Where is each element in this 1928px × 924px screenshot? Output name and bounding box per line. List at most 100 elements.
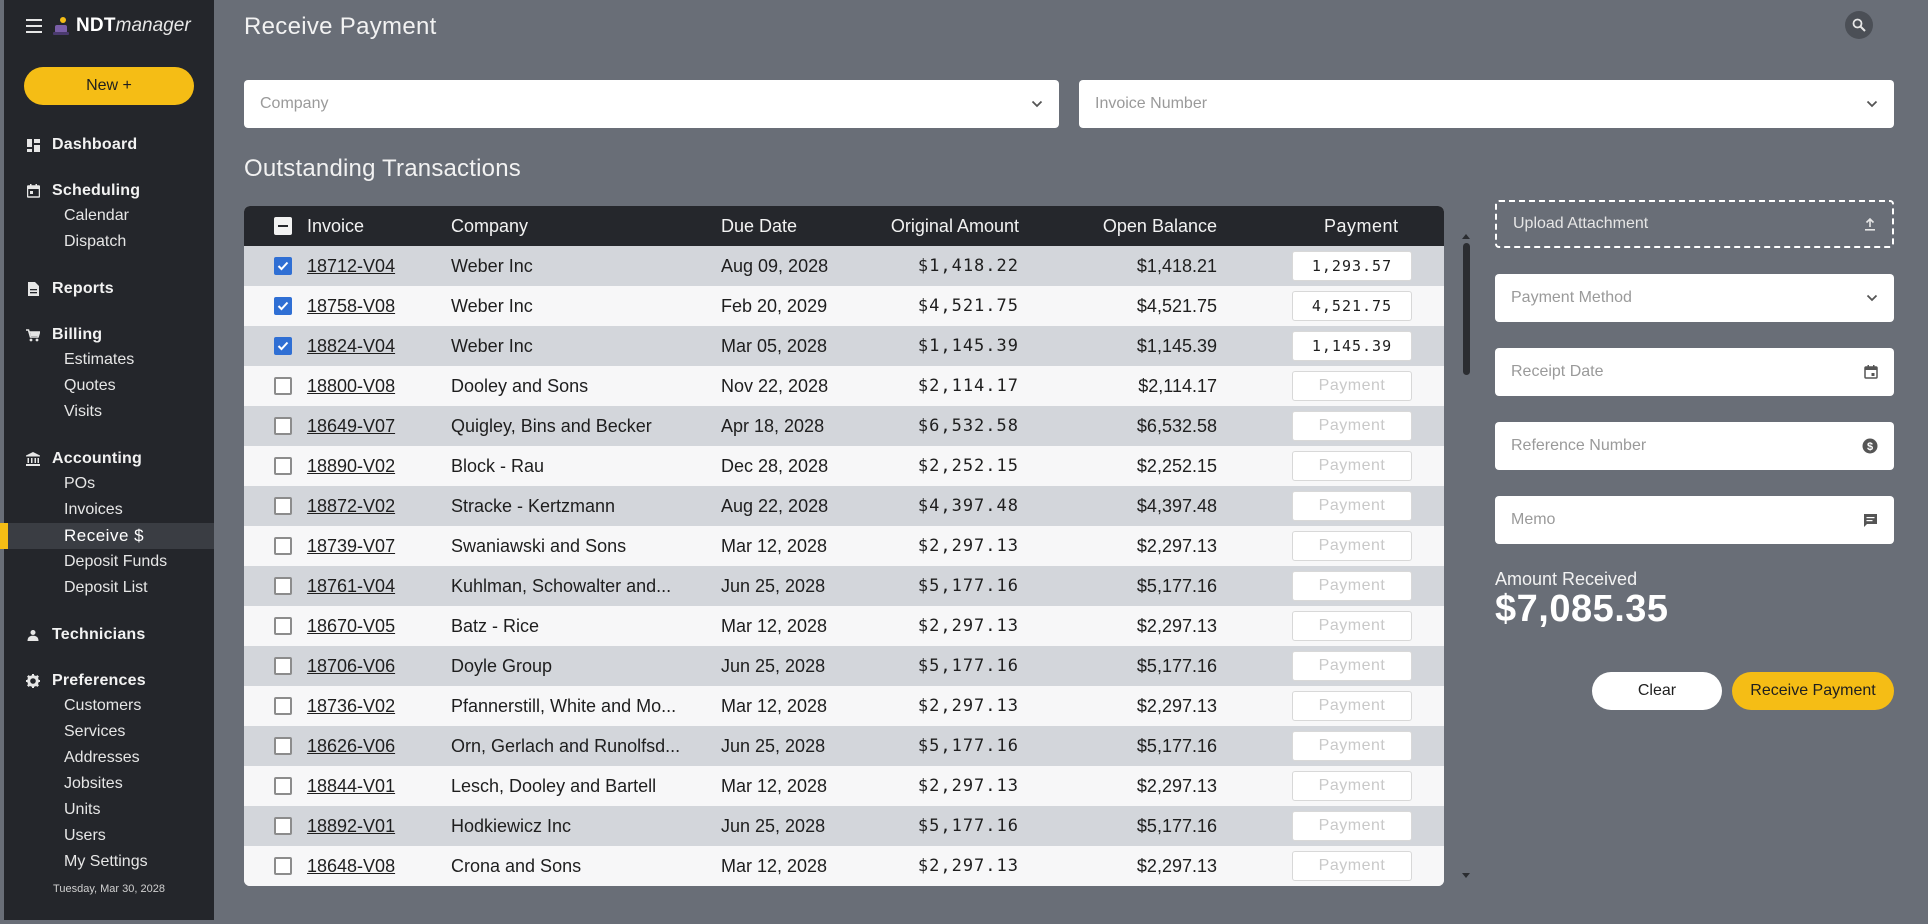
search-button[interactable] xyxy=(1845,11,1873,39)
invoice-number-select[interactable]: Invoice Number xyxy=(1079,80,1894,128)
nav-calendar[interactable]: Calendar xyxy=(4,203,214,229)
payment-input[interactable]: Payment xyxy=(1292,811,1412,841)
invoice-link[interactable]: 18712-V04 xyxy=(307,256,427,277)
payment-input[interactable]: Payment xyxy=(1292,371,1412,401)
memo-field[interactable]: Memo xyxy=(1495,496,1894,544)
invoice-link[interactable]: 18736-V02 xyxy=(307,696,427,717)
row-checkbox[interactable] xyxy=(274,617,292,635)
payment-method-select[interactable]: Payment Method xyxy=(1495,274,1894,322)
row-checkbox[interactable] xyxy=(274,257,292,275)
new-button[interactable]: New + xyxy=(24,67,194,105)
scroll-down-arrow[interactable] xyxy=(1462,873,1470,878)
nav-pos[interactable]: POs xyxy=(4,471,214,497)
current-date: Tuesday, Mar 30, 2028 xyxy=(53,883,165,895)
nav-visits[interactable]: Visits xyxy=(4,399,214,425)
nav-invoices[interactable]: Invoices xyxy=(4,497,214,523)
company-cell: Lesch, Dooley and Bartell xyxy=(451,775,657,796)
invoice-link[interactable]: 18649-V07 xyxy=(307,416,427,437)
receive-payment-button[interactable]: Receive Payment xyxy=(1732,672,1894,710)
nav-quotes[interactable]: Quotes xyxy=(4,373,214,399)
hamburger-menu-icon[interactable] xyxy=(26,19,42,33)
invoice-link[interactable]: 18758-V08 xyxy=(307,296,427,317)
payment-input[interactable]: Payment xyxy=(1292,531,1412,561)
nav-receive-payment[interactable]: Receive $ xyxy=(0,523,214,549)
row-checkbox[interactable] xyxy=(274,337,292,355)
row-checkbox[interactable] xyxy=(274,817,292,835)
reference-number-field[interactable]: Reference Number $ xyxy=(1495,422,1894,470)
payment-input[interactable]: Payment xyxy=(1292,611,1412,641)
due-date-cell: Dec 28, 2028 xyxy=(721,455,829,476)
payment-input[interactable]: Payment xyxy=(1292,451,1412,481)
payment-input[interactable]: Payment xyxy=(1292,851,1412,881)
invoice-link[interactable]: 18670-V05 xyxy=(307,616,427,637)
payment-input[interactable]: 1,145.39 xyxy=(1292,331,1412,361)
dashboard-icon xyxy=(26,138,40,152)
header-due-date[interactable]: Due Date xyxy=(721,216,797,237)
invoice-link[interactable]: 18844-V01 xyxy=(307,776,427,797)
invoice-link[interactable]: 18739-V07 xyxy=(307,536,427,557)
company-cell: Weber Inc xyxy=(451,295,533,316)
row-checkbox[interactable] xyxy=(274,657,292,675)
row-checkbox[interactable] xyxy=(274,577,292,595)
nav-units[interactable]: Units xyxy=(4,797,214,823)
row-checkbox[interactable] xyxy=(274,497,292,515)
nav-preferences[interactable]: Preferences xyxy=(4,669,214,693)
clear-button[interactable]: Clear xyxy=(1592,672,1722,710)
company-select[interactable]: Company xyxy=(244,80,1059,128)
invoice-link[interactable]: 18706-V06 xyxy=(307,656,427,677)
nav-scheduling-label: Scheduling xyxy=(52,182,141,199)
nav-estimates[interactable]: Estimates xyxy=(4,347,214,373)
scrollbar-thumb[interactable] xyxy=(1463,243,1470,375)
invoice-link[interactable]: 18892-V01 xyxy=(307,816,427,837)
invoice-link[interactable]: 18626-V06 xyxy=(307,736,427,757)
payment-input[interactable]: Payment xyxy=(1292,491,1412,521)
nav-jobsites[interactable]: Jobsites xyxy=(4,771,214,797)
nav-my-settings[interactable]: My Settings xyxy=(4,849,214,875)
invoice-link[interactable]: 18800-V08 xyxy=(307,376,427,397)
nav-dashboard[interactable]: Dashboard xyxy=(4,133,214,157)
payment-input[interactable]: Payment xyxy=(1292,411,1412,441)
nav-deposit-funds[interactable]: Deposit Funds xyxy=(4,549,214,575)
nav-reports[interactable]: Reports xyxy=(4,277,214,301)
receipt-date-field[interactable]: Receipt Date xyxy=(1495,348,1894,396)
row-checkbox[interactable] xyxy=(274,857,292,875)
header-invoice[interactable]: Invoice xyxy=(307,216,364,237)
row-checkbox[interactable] xyxy=(274,777,292,795)
payment-input[interactable]: Payment xyxy=(1292,651,1412,681)
row-checkbox[interactable] xyxy=(274,377,292,395)
invoice-link[interactable]: 18824-V04 xyxy=(307,336,427,357)
invoice-link[interactable]: 18890-V02 xyxy=(307,456,427,477)
nav-users[interactable]: Users xyxy=(4,823,214,849)
nav-customers[interactable]: Customers xyxy=(4,693,214,719)
payment-input[interactable]: Payment xyxy=(1292,771,1412,801)
header-company[interactable]: Company xyxy=(451,216,528,237)
row-checkbox[interactable] xyxy=(274,457,292,475)
row-checkbox[interactable] xyxy=(274,537,292,555)
nav-scheduling[interactable]: Scheduling xyxy=(4,179,214,203)
row-checkbox[interactable] xyxy=(274,737,292,755)
due-date-cell: Aug 22, 2028 xyxy=(721,495,829,516)
invoice-link[interactable]: 18761-V04 xyxy=(307,576,427,597)
nav-dispatch[interactable]: Dispatch xyxy=(4,229,214,255)
header-original-amount[interactable]: Original Amount xyxy=(891,216,1019,237)
row-checkbox[interactable] xyxy=(274,697,292,715)
row-checkbox[interactable] xyxy=(274,297,292,315)
payment-input[interactable]: 1,293.57 xyxy=(1292,251,1412,281)
payment-input[interactable]: Payment xyxy=(1292,571,1412,601)
payment-input[interactable]: 4,521.75 xyxy=(1292,291,1412,321)
payment-input[interactable]: Payment xyxy=(1292,731,1412,761)
nav-addresses[interactable]: Addresses xyxy=(4,745,214,771)
nav-deposit-list[interactable]: Deposit List xyxy=(4,575,214,601)
row-checkbox[interactable] xyxy=(274,417,292,435)
upload-attachment-field[interactable]: Upload Attachment xyxy=(1495,200,1894,248)
nav-accounting[interactable]: Accounting xyxy=(4,447,214,471)
scroll-up-arrow[interactable] xyxy=(1462,234,1470,239)
invoice-link[interactable]: 18648-V08 xyxy=(307,856,427,877)
nav-technicians[interactable]: Technicians xyxy=(4,623,214,647)
select-all-checkbox[interactable] xyxy=(274,217,292,235)
payment-input[interactable]: Payment xyxy=(1292,691,1412,721)
header-open-balance[interactable]: Open Balance xyxy=(1103,216,1217,237)
nav-billing[interactable]: Billing xyxy=(4,323,214,347)
invoice-link[interactable]: 18872-V02 xyxy=(307,496,427,517)
nav-services[interactable]: Services xyxy=(4,719,214,745)
